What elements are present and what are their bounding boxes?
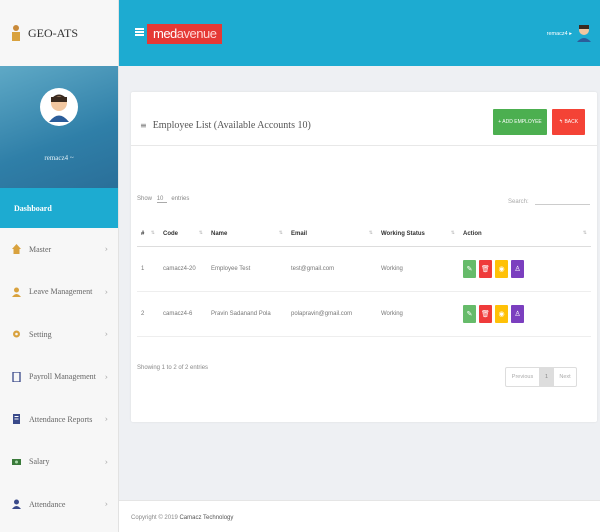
delete-button[interactable]: 🗑	[479, 259, 492, 278]
sidebar-item-label: Salary	[29, 457, 50, 467]
sidebar-item-master[interactable]: Master ›	[0, 228, 118, 271]
search-control: Search:	[508, 196, 590, 205]
view-button[interactable]: ◉	[495, 259, 508, 278]
sidebar-item-setting[interactable]: Setting ›	[0, 313, 118, 356]
edit-button[interactable]: ✎	[463, 259, 476, 278]
sidebar-item-label: Attendance Reports	[29, 414, 93, 424]
edit-icon: ✎	[466, 264, 473, 273]
edit-button[interactable]: ✎	[463, 304, 476, 323]
menu-toggle-icon[interactable]	[135, 28, 144, 36]
list-icon: ≡	[140, 121, 147, 130]
chevron-right-icon: ›	[104, 287, 108, 297]
document-icon	[12, 371, 21, 382]
column-header-action: Action ⇅	[459, 222, 591, 247]
sidebar-item-label: Master	[29, 244, 52, 254]
top-bar: medavenue remacz4 ▸	[119, 0, 600, 66]
user-action-button[interactable]: ♙	[511, 304, 524, 323]
user-icon: ♙	[514, 264, 521, 273]
user-avatar-icon[interactable]	[576, 24, 592, 42]
pagination-next[interactable]: Next	[554, 368, 576, 386]
pagination: Previous 1 Next	[505, 367, 577, 387]
user-logo-icon	[12, 25, 20, 41]
user-action-button[interactable]: ♙	[511, 259, 524, 278]
document-icon	[13, 414, 20, 425]
chevron-right-icon: ›	[104, 499, 108, 509]
avatar-icon	[49, 94, 69, 122]
user-menu-label[interactable]: remacz4 ▸	[547, 31, 572, 37]
cell-name: Pravin Sadanand Pola	[207, 291, 287, 337]
user-icon	[12, 287, 21, 297]
employee-table: # ⇅ Code ⇅ Name ⇅ Email ⇅ Working Status ⇅ Ac…	[137, 222, 591, 337]
sidebar-item-attendance[interactable]: Attendance ›	[0, 483, 118, 526]
cell-email: test@gmail.com	[287, 246, 377, 292]
chevron-right-icon: ›	[104, 457, 108, 467]
cell-email: polapravin@gmail.com	[287, 291, 377, 337]
employee-list-card: ≡ Employee List (Available Accounts 10) +…	[131, 92, 597, 422]
home-icon	[12, 244, 21, 255]
chevron-right-icon: ›	[104, 414, 108, 424]
footer: Copyright © 2019 Camacz Technology	[119, 500, 600, 532]
pagination-page-1[interactable]: 1	[540, 368, 554, 386]
column-header-email[interactable]: Email ⇅	[287, 222, 377, 247]
trash-icon: 🗑	[481, 264, 490, 273]
sidebar-item-label: Payroll Management	[29, 372, 96, 382]
cell-status: Working	[377, 291, 459, 337]
profile-name[interactable]: remacz4 ~	[0, 154, 118, 162]
money-icon	[12, 458, 21, 465]
gear-icon	[13, 330, 20, 338]
avatar[interactable]	[40, 88, 78, 126]
column-header-code[interactable]: Code ⇅	[159, 222, 207, 247]
company-link[interactable]: Camacz Technology	[179, 515, 233, 521]
cell-code: camacz4-6	[159, 291, 207, 337]
sidebar-item-salary[interactable]: Salary ›	[0, 441, 118, 484]
sidebar-item-leave-management[interactable]: Leave Management ›	[0, 271, 118, 314]
cell-actions: ✎ 🗑 ◉ ♙	[459, 291, 591, 337]
column-header-name[interactable]: Name ⇅	[207, 222, 287, 247]
chevron-right-icon: ›	[104, 372, 108, 382]
sidebar-item-label: Leave Management	[29, 287, 93, 297]
edit-icon: ✎	[466, 309, 473, 318]
entries-length-control: Show 10 entries	[137, 196, 190, 203]
table-info: Showing 1 to 2 of 2 entries	[137, 365, 209, 371]
cell-name: Employee Test	[207, 246, 287, 292]
eye-icon: ◉	[498, 309, 505, 318]
card-title: ≡ Employee List (Available Accounts 10)	[140, 120, 311, 131]
cell-num: 1	[137, 246, 159, 292]
sidebar-item-payroll-management[interactable]: Payroll Management ›	[0, 356, 118, 399]
brand[interactable]: GEO-ATS	[0, 0, 118, 66]
delete-button[interactable]: 🗑	[479, 304, 492, 323]
cell-code: camacz4-20	[159, 246, 207, 292]
cell-num: 2	[137, 291, 159, 337]
table-row: 2 camacz4-6 Pravin Sadanand Pola polapra…	[137, 291, 591, 337]
trash-icon: 🗑	[481, 309, 490, 318]
profile-panel: remacz4 ~	[0, 66, 118, 188]
user-icon: ♙	[514, 309, 521, 318]
pagination-previous[interactable]: Previous	[506, 368, 540, 386]
entries-length-select[interactable]: 10	[156, 196, 167, 203]
chevron-right-icon: ›	[104, 244, 108, 254]
sidebar-item-label: Dashboard	[14, 203, 52, 213]
sidebar-item-label: Attendance	[29, 499, 66, 509]
user-icon	[12, 499, 21, 510]
sidebar-item-label: Setting	[29, 329, 52, 339]
view-button[interactable]: ◉	[495, 304, 508, 323]
chevron-right-icon: ›	[104, 329, 108, 339]
table-row: 1 camacz4-20 Employee Test test@gmail.co…	[137, 246, 591, 292]
search-input[interactable]	[534, 196, 590, 205]
brand-title: GEO-ATS	[28, 25, 78, 40]
card-header: ≡ Employee List (Available Accounts 10) +…	[131, 92, 597, 146]
eye-icon: ◉	[498, 264, 505, 273]
column-header-status[interactable]: Working Status ⇅	[377, 222, 459, 247]
app-logo[interactable]: medavenue	[147, 24, 223, 44]
sidebar: GEO-ATS remacz4 ~ Dashboard Master › Lea…	[0, 0, 119, 532]
cell-actions: ✎ 🗑 ◉ ♙	[459, 246, 591, 292]
sidebar-item-attendance-reports[interactable]: Attendance Reports ›	[0, 398, 118, 441]
cell-status: Working	[377, 246, 459, 292]
column-header-num[interactable]: # ⇅	[137, 222, 159, 247]
add-employee-button[interactable]: + ADD EMPLOYEE	[493, 109, 547, 135]
back-button[interactable]: ↰ BACK	[552, 109, 585, 135]
sidebar-item-dashboard[interactable]: Dashboard	[0, 188, 118, 228]
